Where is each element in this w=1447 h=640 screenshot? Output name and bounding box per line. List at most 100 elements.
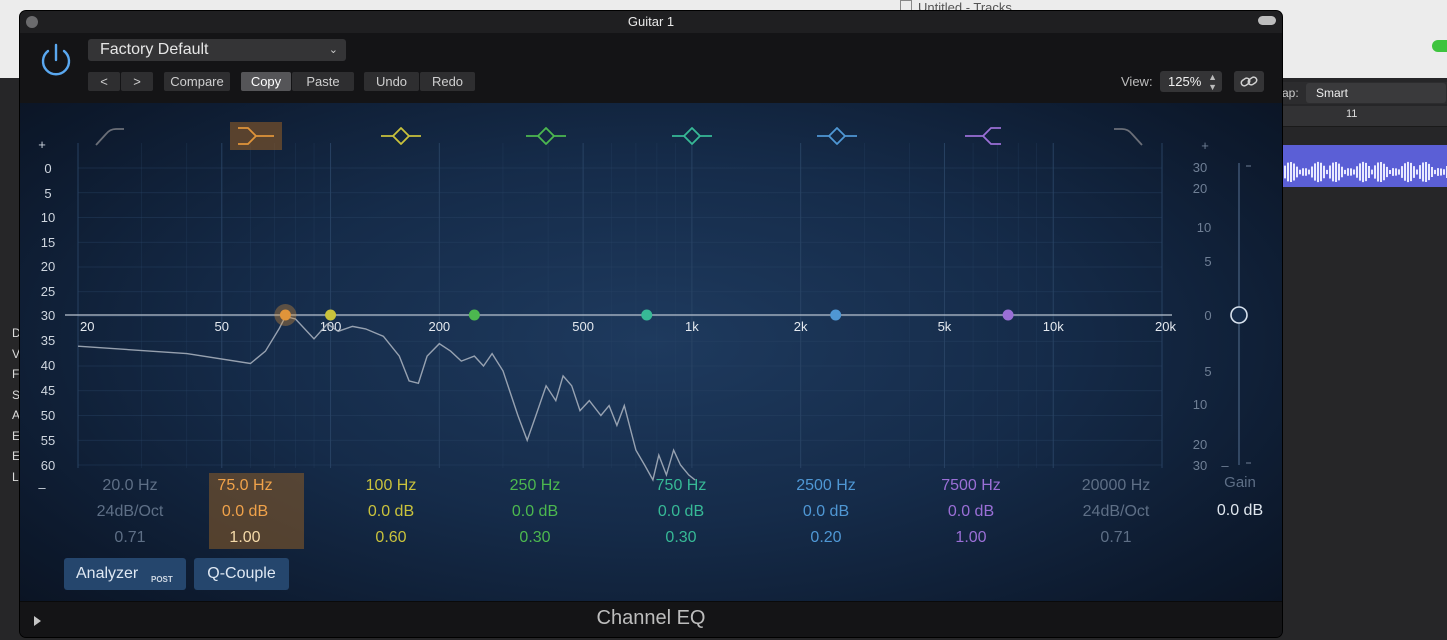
view-label: View:	[1121, 74, 1153, 89]
band-handle[interactable]	[468, 309, 480, 321]
band-gain-value[interactable]: 0.0 dB	[631, 503, 731, 521]
undo-button[interactable]: Undo	[364, 72, 419, 91]
analyzer-scale-label: 20	[41, 259, 55, 274]
preset-name: Factory Default	[100, 41, 209, 58]
eq-display-area: +0 5 10 15 20 25 30 35 40 45 50 55 60– +30 20 10 5 0 5 10 20…	[20, 103, 1282, 635]
band-gain-value[interactable]: 0.0 dB	[195, 503, 295, 521]
band-freq-value[interactable]: 750 Hz	[631, 477, 731, 495]
inspector-label: V	[12, 346, 21, 361]
band-freq-value[interactable]: 7500 Hz	[921, 477, 1021, 495]
chevron-down-icon: ⌄	[328, 44, 338, 56]
frequency-axis-label: 50	[215, 319, 229, 334]
low-shelf-band-icon[interactable]	[230, 122, 282, 150]
analyzer-scale-label: 15	[41, 235, 55, 250]
band-freq-value[interactable]: 250 Hz	[485, 477, 585, 495]
analyzer-scale-label: 60	[41, 458, 55, 473]
gain-scale-label: +	[1201, 138, 1209, 153]
analyzer-label: Analyzer	[76, 565, 139, 582]
gain-scale-label: 20	[1193, 437, 1207, 452]
band-freq-value[interactable]: 2500 Hz	[776, 477, 876, 495]
view-zoom-select[interactable]: 125% ▲ ▼	[1160, 71, 1222, 92]
band-handle[interactable]	[1002, 309, 1014, 321]
master-gain-value[interactable]: 0.0 dB	[1200, 502, 1280, 520]
bell-band-icon[interactable]	[526, 127, 566, 145]
band-freq-value[interactable]: 100 Hz	[341, 477, 441, 495]
inspector-label: F	[12, 367, 20, 381]
low-cut-band-icon[interactable]	[95, 128, 124, 146]
analyzer-scale-label: 0	[44, 161, 51, 176]
background-green-indicator	[1432, 40, 1447, 52]
analyzer-button[interactable]: Analyzer POST	[64, 558, 186, 590]
timeline-ruler[interactable]	[1282, 106, 1447, 127]
analyzer-scale-label: 25	[41, 284, 55, 299]
view-zoom-value: 125%	[1168, 74, 1202, 89]
frequency-axis-label: 20k	[1155, 319, 1176, 334]
band-handle[interactable]	[325, 309, 337, 321]
band-q-value[interactable]: 0.71	[80, 529, 180, 547]
q-couple-button[interactable]: Q-Couple	[194, 558, 289, 590]
gain-scale-label: 30	[1193, 160, 1207, 175]
master-gain-knob[interactable]	[1230, 306, 1248, 324]
band-gain-value[interactable]: 0.0 dB	[921, 503, 1021, 521]
band-gain-value[interactable]: 0.0 dB	[341, 503, 441, 521]
background-inspector-strip: DVFSAEEL	[0, 320, 21, 520]
bell-band-icon[interactable]	[817, 127, 857, 145]
title-bar[interactable]: Guitar 1	[20, 11, 1282, 33]
window-title: Guitar 1	[627, 14, 675, 29]
gain-scale-label: 30	[1193, 458, 1207, 473]
frequency-axis-label: 500	[572, 319, 594, 334]
gain-scale-label: 20	[1193, 181, 1207, 196]
analyzer-scale-label: –	[38, 480, 46, 495]
band-handle[interactable]	[641, 309, 653, 321]
band-gain-value[interactable]: 0.0 dB	[485, 503, 585, 521]
next-preset-button[interactable]: >	[121, 72, 153, 91]
high-cut-band-icon[interactable]	[1114, 128, 1143, 146]
band-freq-value[interactable]: 75.0 Hz	[195, 477, 295, 495]
inspector-label: E	[12, 449, 21, 463]
window-control-button[interactable]	[1258, 16, 1276, 25]
band-q-value[interactable]: 1.00	[195, 529, 295, 547]
stepper-icon: ▲ ▼	[1208, 72, 1217, 92]
band-gain-value[interactable]: 24dB/Oct	[1066, 503, 1166, 521]
gain-scale-label: 5	[1204, 364, 1211, 379]
band-q-value[interactable]: 0.60	[341, 529, 441, 547]
compare-button[interactable]: Compare	[164, 72, 230, 91]
high-shelf-band-icon[interactable]	[965, 127, 1001, 145]
paste-button[interactable]: Paste	[292, 72, 354, 91]
snap-label: ap:	[1282, 86, 1299, 100]
gain-scale-label: 5	[1204, 254, 1211, 269]
channel-eq-window: Guitar 1 Factory Default ⌄ < > Compare C…	[20, 11, 1282, 637]
frequency-axis-label: 200	[428, 319, 450, 334]
gain-label: Gain	[1224, 474, 1256, 491]
frequency-axis-label: 10k	[1043, 319, 1064, 334]
redo-button[interactable]: Redo	[420, 72, 475, 91]
band-freq-value[interactable]: 20000 Hz	[1066, 477, 1166, 495]
band-gain-value[interactable]: 24dB/Oct	[80, 503, 180, 521]
band-q-value[interactable]: 0.30	[631, 529, 731, 547]
previous-preset-button[interactable]: <	[88, 72, 120, 91]
frequency-axis-label: 20	[80, 319, 94, 334]
bell-band-icon[interactable]	[381, 127, 421, 145]
copy-button[interactable]: Copy	[241, 72, 291, 91]
plugin-name: Channel EQ	[596, 607, 706, 629]
bell-band-icon[interactable]	[672, 127, 712, 145]
link-icon[interactable]	[1234, 71, 1264, 92]
band-handle[interactable]	[279, 309, 291, 321]
inspector-label: E	[12, 428, 21, 443]
band-q-value[interactable]: 0.20	[776, 529, 876, 547]
snap-select[interactable]: Smart	[1306, 83, 1446, 103]
band-freq-value[interactable]: 20.0 Hz	[80, 477, 180, 495]
band-q-value[interactable]: 0.71	[1066, 529, 1166, 547]
power-icon[interactable]	[36, 41, 76, 81]
band-q-value[interactable]: 0.30	[485, 529, 585, 547]
preset-select[interactable]: Factory Default ⌄	[88, 39, 346, 61]
analyzer-scale-label: 40	[41, 358, 55, 373]
band-q-value[interactable]: 1.00	[921, 529, 1021, 547]
plugin-footer: Channel EQ	[20, 601, 1282, 637]
eq-grid	[77, 143, 1163, 468]
band-gain-value[interactable]: 0.0 dB	[776, 503, 876, 521]
band-handle[interactable]	[830, 309, 842, 321]
gain-scale-label: 0	[1204, 308, 1211, 323]
analyzer-scale-label: 50	[41, 408, 55, 423]
audio-waveform	[1282, 161, 1447, 183]
